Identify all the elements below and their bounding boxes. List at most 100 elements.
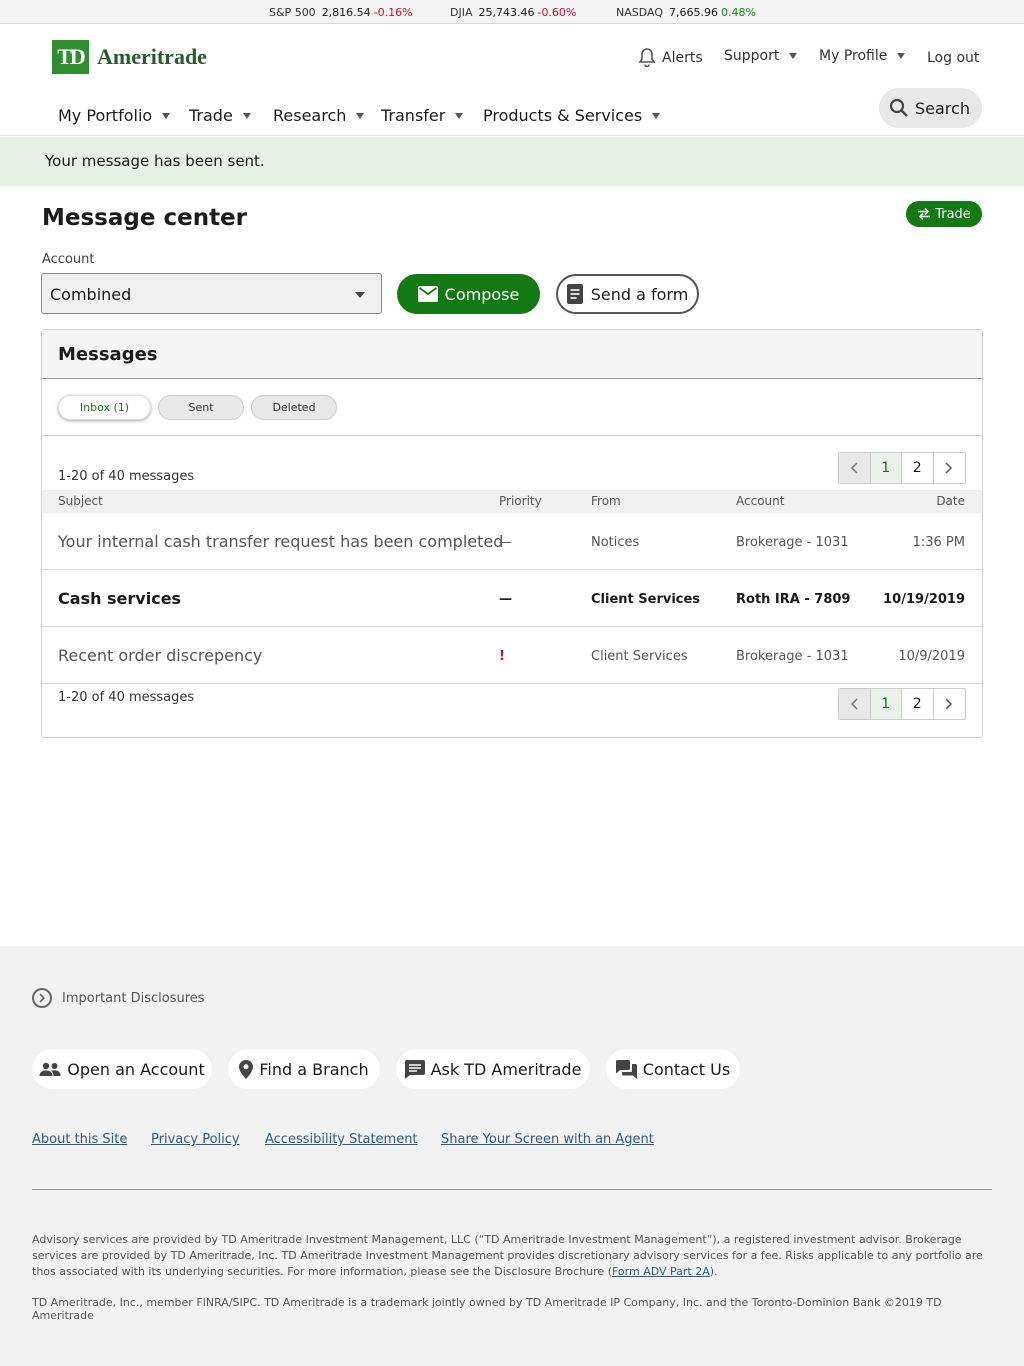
brand-name: Ameritrade bbox=[97, 44, 207, 69]
ticker-value: 25,743.46 bbox=[478, 6, 535, 19]
share-screen-link[interactable]: Share Your Screen with an Agent bbox=[441, 1132, 654, 1147]
tab-inbox[interactable]: Inbox (1) bbox=[58, 395, 151, 420]
ticker-djia: DJIA 25,743.46 -0.60% bbox=[450, 6, 576, 19]
account-select[interactable]: Combined bbox=[41, 273, 382, 314]
chevron-right-circle-icon bbox=[32, 988, 52, 1008]
table-row[interactable]: Your internal cash transfer request has … bbox=[42, 513, 982, 570]
important-disclosures-toggle[interactable]: Important Disclosures bbox=[32, 988, 205, 1008]
trade-button[interactable]: Trade bbox=[906, 201, 982, 227]
page-button-2[interactable]: 2 bbox=[902, 453, 934, 483]
trade-label: Trade bbox=[935, 206, 971, 222]
prev-page-button[interactable] bbox=[839, 689, 871, 719]
footer-divider bbox=[32, 1189, 992, 1190]
envelope-icon bbox=[417, 286, 438, 302]
compose-label: Compose bbox=[444, 284, 520, 304]
nav-label: Transfer bbox=[381, 106, 446, 125]
ticker-value: 2,816.54 bbox=[321, 6, 371, 19]
contact-us-button[interactable]: Contact Us bbox=[606, 1049, 740, 1089]
page-button-1[interactable]: 1 bbox=[870, 453, 902, 483]
chevron-down-icon bbox=[355, 292, 365, 298]
nav-products-services[interactable]: Products & Services bbox=[483, 106, 661, 125]
alerts-link[interactable]: Alerts bbox=[638, 48, 703, 68]
success-banner: Your message has been sent. bbox=[0, 137, 1024, 186]
find-branch-button[interactable]: Find a Branch bbox=[228, 1049, 380, 1089]
accessibility-statement-link[interactable]: Accessibility Statement bbox=[265, 1132, 418, 1147]
td-ameritrade-logo[interactable]: TD Ameritrade bbox=[52, 40, 207, 74]
nav-label: My Portfolio bbox=[58, 106, 153, 125]
nav-trade[interactable]: Trade bbox=[189, 106, 251, 125]
ticker-nasdaq: NASDAQ 7,665.96 0.48% bbox=[616, 6, 756, 19]
nav-research[interactable]: Research bbox=[273, 106, 365, 125]
priority-high-icon: ! bbox=[499, 649, 505, 664]
about-site-link[interactable]: About this Site bbox=[32, 1132, 127, 1147]
next-page-button[interactable] bbox=[934, 453, 965, 483]
logout-link[interactable]: Log out bbox=[927, 50, 979, 66]
tab-deleted[interactable]: Deleted bbox=[251, 395, 337, 420]
chevron-left-icon bbox=[851, 462, 858, 474]
chevron-left-icon bbox=[851, 698, 858, 710]
chevron-down-icon bbox=[162, 112, 171, 119]
chevron-down-icon bbox=[652, 112, 661, 119]
profile-label: My Profile bbox=[819, 48, 888, 64]
form-adv-link[interactable]: Form ADV Part 2A bbox=[612, 1265, 710, 1278]
column-account[interactable]: Account bbox=[736, 494, 784, 508]
nav-transfer[interactable]: Transfer bbox=[381, 106, 464, 125]
message-subject[interactable]: Cash services bbox=[58, 589, 181, 608]
chevron-down-icon bbox=[242, 112, 251, 119]
privacy-policy-link[interactable]: Privacy Policy bbox=[151, 1132, 240, 1147]
message-count: 1-20 of 40 messages bbox=[58, 690, 195, 705]
legal-text: Advisory services are provided by TD Ame… bbox=[32, 1233, 983, 1278]
nav-my-portfolio[interactable]: My Portfolio bbox=[58, 106, 171, 125]
column-subject[interactable]: Subject bbox=[58, 494, 103, 508]
search-button[interactable]: Search bbox=[879, 88, 982, 128]
find-branch-label: Find a Branch bbox=[259, 1059, 369, 1079]
compose-button[interactable]: Compose bbox=[397, 274, 540, 314]
message-account: Brokerage - 1031 bbox=[736, 649, 849, 664]
search-label: Search bbox=[915, 98, 970, 118]
prev-page-button[interactable] bbox=[839, 453, 871, 483]
open-account-label: Open an Account bbox=[67, 1059, 205, 1079]
support-menu[interactable]: Support bbox=[724, 48, 798, 64]
location-pin-icon bbox=[239, 1059, 254, 1079]
ticker-value: 7,665.96 bbox=[669, 6, 718, 19]
tab-sent[interactable]: Sent bbox=[158, 395, 244, 420]
bell-icon bbox=[638, 48, 656, 68]
table-row[interactable]: Recent order discrepency ! Client Servic… bbox=[42, 627, 982, 684]
profile-menu[interactable]: My Profile bbox=[819, 48, 906, 64]
nav-label: Research bbox=[273, 106, 347, 125]
ask-td-ameritrade-button[interactable]: Ask TD Ameritrade bbox=[396, 1049, 590, 1089]
ask-td-label: Ask TD Ameritrade bbox=[430, 1059, 582, 1079]
search-icon bbox=[889, 98, 908, 117]
chevron-right-icon bbox=[945, 462, 953, 474]
page-button-1[interactable]: 1 bbox=[870, 689, 902, 719]
table-row[interactable]: Cash services — Client Services Roth IRA… bbox=[42, 570, 982, 627]
messages-panel: Messages Inbox (1) Sent Deleted 1-20 of … bbox=[41, 329, 983, 738]
people-icon bbox=[39, 1062, 61, 1076]
forum-icon bbox=[615, 1059, 637, 1079]
site-footer: Important Disclosures Open an Account Fi… bbox=[0, 946, 1024, 1366]
disclosures-label: Important Disclosures bbox=[62, 990, 205, 1006]
message-from: Notices bbox=[591, 535, 640, 550]
ticker-change: 0.48% bbox=[721, 6, 756, 19]
chevron-down-icon bbox=[455, 112, 464, 119]
message-from: Client Services bbox=[591, 649, 688, 664]
copyright-text: TD Ameritrade, Inc., member FINRA/SIPC. … bbox=[32, 1296, 942, 1322]
message-tabs: Inbox (1) Sent Deleted bbox=[58, 395, 344, 420]
open-account-button[interactable]: Open an Account bbox=[32, 1049, 212, 1089]
column-date[interactable]: Date bbox=[936, 494, 965, 508]
column-from[interactable]: From bbox=[591, 494, 621, 508]
next-page-button[interactable] bbox=[934, 689, 965, 719]
message-subject[interactable]: Your internal cash transfer request has … bbox=[58, 532, 503, 551]
chevron-down-icon bbox=[789, 53, 798, 59]
chat-bubble-icon bbox=[404, 1059, 425, 1079]
ticker-change: -0.16% bbox=[373, 6, 413, 19]
contact-us-label: Contact Us bbox=[642, 1059, 731, 1079]
message-count: 1-20 of 40 messages bbox=[58, 469, 195, 484]
table-header: Subject Priority From Account Date bbox=[42, 490, 982, 513]
send-form-button[interactable]: Send a form bbox=[556, 274, 699, 314]
page-button-2[interactable]: 2 bbox=[902, 689, 934, 719]
message-subject[interactable]: Recent order discrepency bbox=[58, 646, 262, 665]
swap-arrows-icon bbox=[918, 208, 931, 220]
messages-title: Messages bbox=[42, 330, 982, 379]
column-priority[interactable]: Priority bbox=[499, 494, 542, 508]
